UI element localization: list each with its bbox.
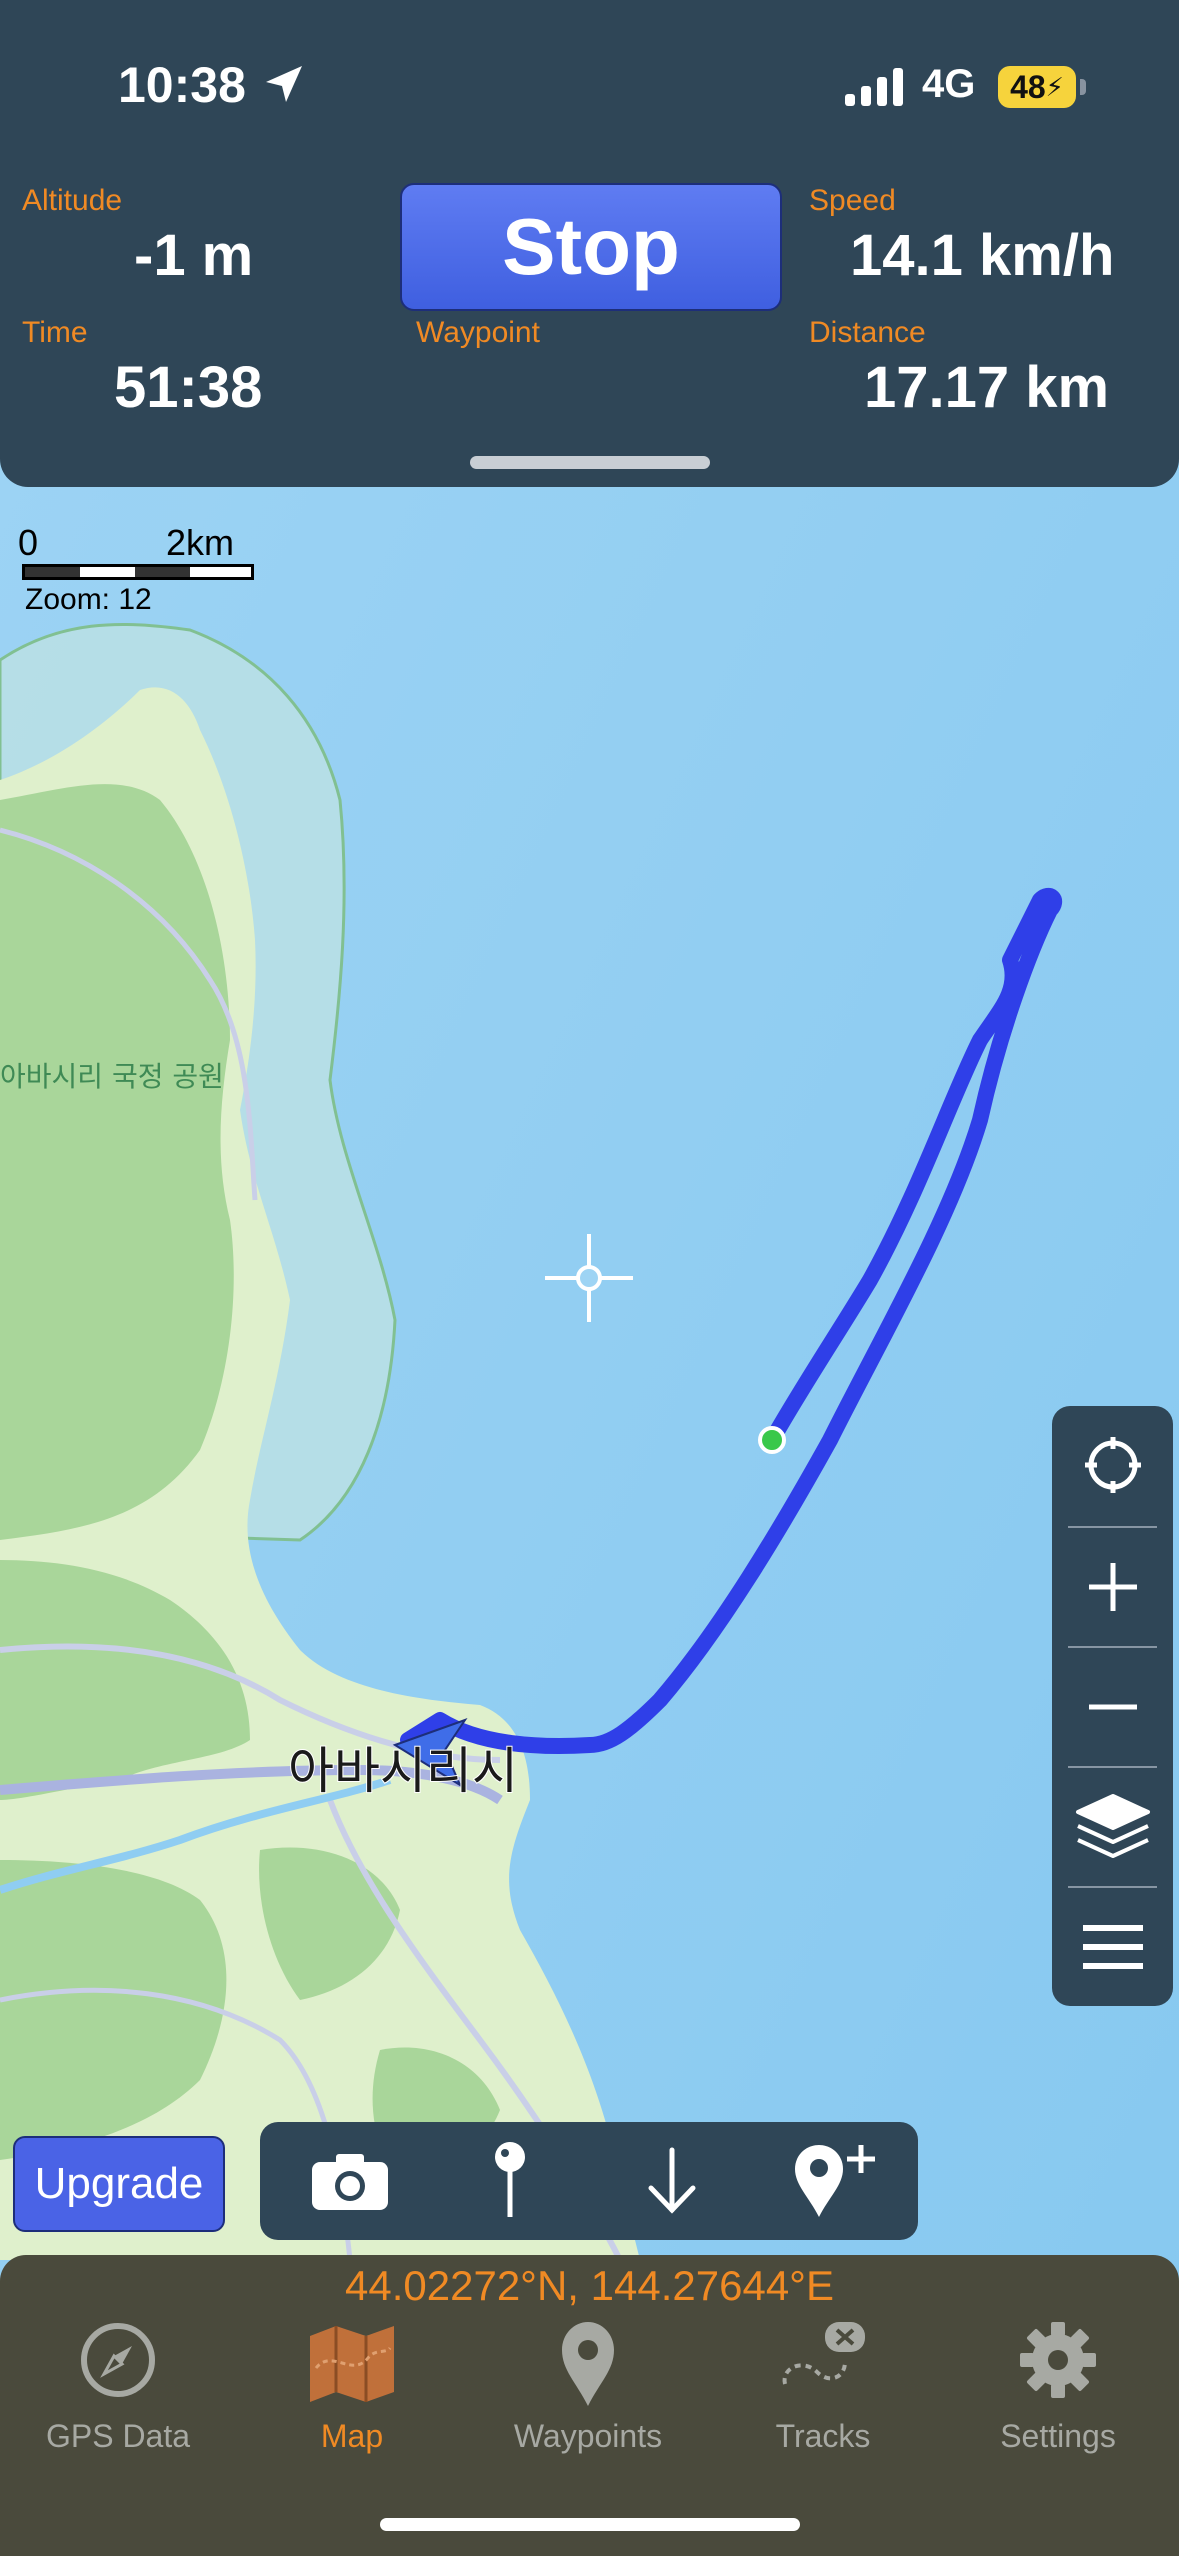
tab-label: Tracks [775,2418,871,2454]
time-value: 51:38 [114,355,263,420]
menu-button[interactable] [1052,1888,1173,2006]
location-arrow-icon [266,66,302,102]
coordinates: 44.02272°N, 144.27644°E [345,2262,834,2309]
altitude-label: Altitude [22,184,123,217]
locate-icon [1084,1437,1141,1493]
network-type: 4G [922,62,976,106]
action-bar [260,2122,918,2240]
map-controls [1052,1406,1173,2006]
download-button[interactable] [612,2122,732,2240]
forest-area [0,784,234,1540]
speed-label: Speed [809,184,896,217]
tab-tracks[interactable]: Tracks [723,2318,923,2454]
camera-button[interactable] [290,2122,410,2240]
camera-icon [312,2154,388,2210]
tab-map[interactable]: Map [252,2318,452,2454]
tab-gps-data[interactable]: GPS Data [18,2318,218,2454]
track-start-marker [758,1426,786,1454]
gear-icon [1020,2322,1096,2398]
zoom-level: Zoom: 12 [25,583,152,616]
tab-label: GPS Data [45,2418,191,2454]
tab-label: Settings [1000,2418,1116,2454]
zoom-out-button[interactable] [1052,1648,1173,1766]
add-waypoint-icon [795,2145,875,2217]
tab-waypoints[interactable]: Waypoints [488,2318,688,2454]
battery-icon: 48 ⚡ [998,66,1076,108]
scale-bar [22,564,254,580]
menu-icon [1082,1925,1143,1969]
park-label: 아바시리 국정 공원 [0,1060,224,1093]
stop-button[interactable]: Stop [400,183,782,311]
tab-settings[interactable]: Settings [958,2318,1158,2454]
compass-icon [81,2323,155,2397]
download-arrow-icon [648,2147,696,2214]
waypoint-label: Waypoint [416,316,540,349]
zoom-in-icon [1088,1563,1137,1611]
battery-cap [1080,79,1086,95]
layers-button[interactable] [1052,1768,1173,1886]
upgrade-button[interactable]: Upgrade [13,2136,225,2232]
panel-grabber[interactable] [470,456,710,469]
add-waypoint-button[interactable] [774,2122,894,2240]
city-label: 아바시리시 [288,1742,518,1800]
map-icon [310,2326,394,2402]
altitude-value: -1 m [134,223,254,288]
scale-end: 2km [166,522,235,563]
signal-icon [845,68,903,106]
home-indicator [380,2518,800,2531]
pin-icon [495,2142,525,2217]
status-time: 10:38 [118,57,246,113]
pin-button[interactable] [450,2122,570,2240]
stats-panel: 10:38 4G 48 ⚡ Altitude -1 m Time 51:38 St… [0,0,1179,487]
distance-label: Distance [809,316,926,349]
tab-label: Map [320,2418,384,2454]
layers-icon [1075,1794,1150,1858]
zoom-in-button[interactable] [1052,1528,1173,1646]
tracks-icon [782,2322,865,2385]
battery-level: 48 [1010,68,1046,105]
zoom-out-icon [1088,1704,1137,1710]
waypoint-pin-icon [562,2322,614,2406]
tab-label: Waypoints [513,2418,663,2454]
scale-start: 0 [18,522,39,563]
speed-value: 14.1 km/h [850,223,1115,288]
time-label: Time [22,316,88,349]
distance-value: 17.17 km [864,355,1110,420]
locate-button[interactable] [1052,1406,1173,1524]
